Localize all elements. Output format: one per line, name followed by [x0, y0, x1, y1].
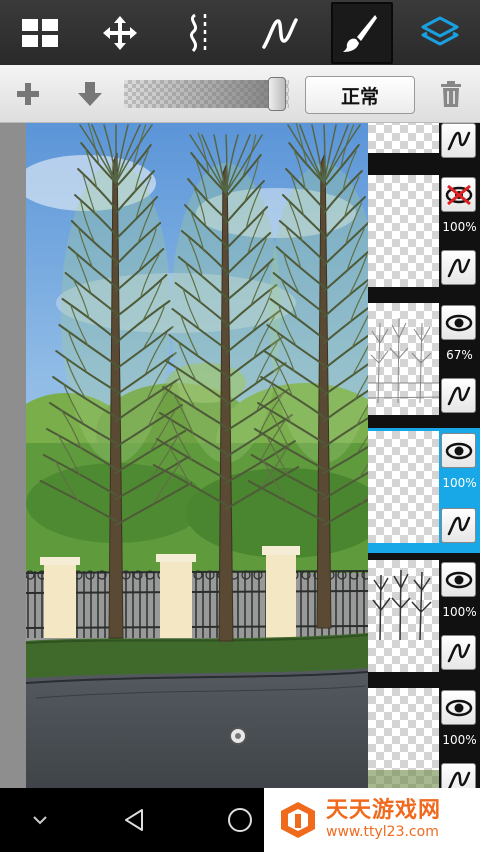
- layer-brush-button[interactable]: [441, 123, 476, 158]
- layer-brush-button[interactable]: [441, 635, 476, 670]
- layer-item[interactable]: 100%: [368, 688, 480, 788]
- brush-stroke-icon: [447, 131, 471, 151]
- tool-grid-button[interactable]: [0, 0, 80, 65]
- watermark-text: 天天游戏网 www.ttyl23.com: [326, 799, 441, 841]
- layer-item[interactable]: [368, 123, 480, 158]
- nav-home-button[interactable]: [218, 788, 262, 852]
- layer-opacity-label: 67%: [439, 348, 480, 362]
- layer-thumbnail: [368, 560, 439, 672]
- layer-visibility-toggle[interactable]: [441, 433, 476, 468]
- grid-icon: [21, 18, 59, 48]
- layer-visibility-toggle[interactable]: [441, 690, 476, 725]
- eye-icon: [445, 698, 473, 718]
- move-arrows-icon: [101, 14, 139, 52]
- tool-layers-button[interactable]: [400, 0, 480, 65]
- layer-opacity-label: 100%: [439, 605, 480, 619]
- brush-icon: [342, 13, 378, 53]
- canvas-gutter: [0, 123, 26, 788]
- app-window: 正常 100% 67% 100% 100% 100% 天天游戏网 www.tty…: [0, 0, 480, 852]
- symmetry-icon: [185, 12, 215, 54]
- brush-stroke-icon: [447, 386, 471, 406]
- hidden-eye-icon: [445, 184, 473, 206]
- layer-brush-button[interactable]: [441, 508, 476, 543]
- tool-brush-button[interactable]: [320, 0, 400, 65]
- merge-down-button[interactable]: [70, 77, 110, 111]
- layer-options-bar: 正常: [0, 65, 480, 123]
- eye-icon: [445, 570, 473, 590]
- layer-opacity-label: 100%: [439, 220, 480, 234]
- add-layer-button[interactable]: [10, 77, 46, 111]
- opacity-slider-fill: [124, 80, 286, 108]
- chevron-down-icon: [32, 815, 48, 825]
- watermark-banner: 天天游戏网 www.ttyl23.com: [264, 788, 480, 852]
- watermark-url: www.ttyl23.com: [326, 823, 441, 841]
- layer-opacity-slider[interactable]: [124, 80, 289, 108]
- trash-icon: [439, 80, 463, 108]
- layer-thumbnail: [368, 123, 439, 153]
- home-icon: [227, 807, 253, 833]
- painting-artwork: [26, 123, 368, 788]
- eye-icon: [445, 441, 473, 461]
- delete-layer-button[interactable]: [434, 77, 468, 111]
- back-icon: [123, 808, 145, 832]
- brush-stroke-icon: [447, 771, 471, 789]
- layer-thumbnail: [368, 431, 439, 543]
- tool-symmetry-button[interactable]: [160, 0, 240, 65]
- tool-move-button[interactable]: [80, 0, 160, 65]
- nav-collapse-button[interactable]: [20, 788, 60, 852]
- main-toolbar: [0, 0, 480, 65]
- watermark-title: 天天游戏网: [326, 799, 441, 823]
- watermark-logo-icon: [278, 800, 318, 840]
- layer-thumbnail: [368, 688, 439, 788]
- nav-back-button[interactable]: [112, 788, 156, 852]
- layer-item-selected[interactable]: 100%: [368, 428, 480, 553]
- layer-thumbnail: [368, 175, 439, 287]
- brush-stroke-icon: [447, 258, 471, 278]
- layer-opacity-label: 100%: [439, 476, 480, 490]
- layers-panel: 100% 67% 100% 100% 100%: [368, 123, 480, 788]
- layer-item[interactable]: 100%: [368, 560, 480, 688]
- plus-icon: [15, 81, 41, 107]
- layer-brush-button[interactable]: [441, 763, 476, 788]
- brush-stroke-icon: [447, 643, 471, 663]
- stroke-icon: [260, 15, 300, 51]
- layer-visibility-toggle[interactable]: [441, 562, 476, 597]
- opacity-slider-thumb[interactable]: [268, 77, 286, 111]
- eye-icon: [445, 313, 473, 333]
- layer-opacity-label: 100%: [439, 733, 480, 747]
- brush-stroke-icon: [447, 516, 471, 536]
- layer-brush-button[interactable]: [441, 378, 476, 413]
- layer-visibility-toggle[interactable]: [441, 305, 476, 340]
- canvas-area[interactable]: [0, 123, 368, 788]
- blend-mode-button[interactable]: 正常: [305, 76, 415, 114]
- layers-icon: [420, 15, 460, 51]
- painting-canvas[interactable]: [26, 123, 368, 788]
- layer-thumbnail: [368, 303, 439, 415]
- arrow-down-icon: [76, 80, 104, 108]
- layer-visibility-toggle[interactable]: [441, 177, 476, 212]
- layer-item[interactable]: 100%: [368, 175, 480, 303]
- layer-item[interactable]: 67%: [368, 303, 480, 431]
- tool-stroke-button[interactable]: [240, 0, 320, 65]
- layer-brush-button[interactable]: [441, 250, 476, 285]
